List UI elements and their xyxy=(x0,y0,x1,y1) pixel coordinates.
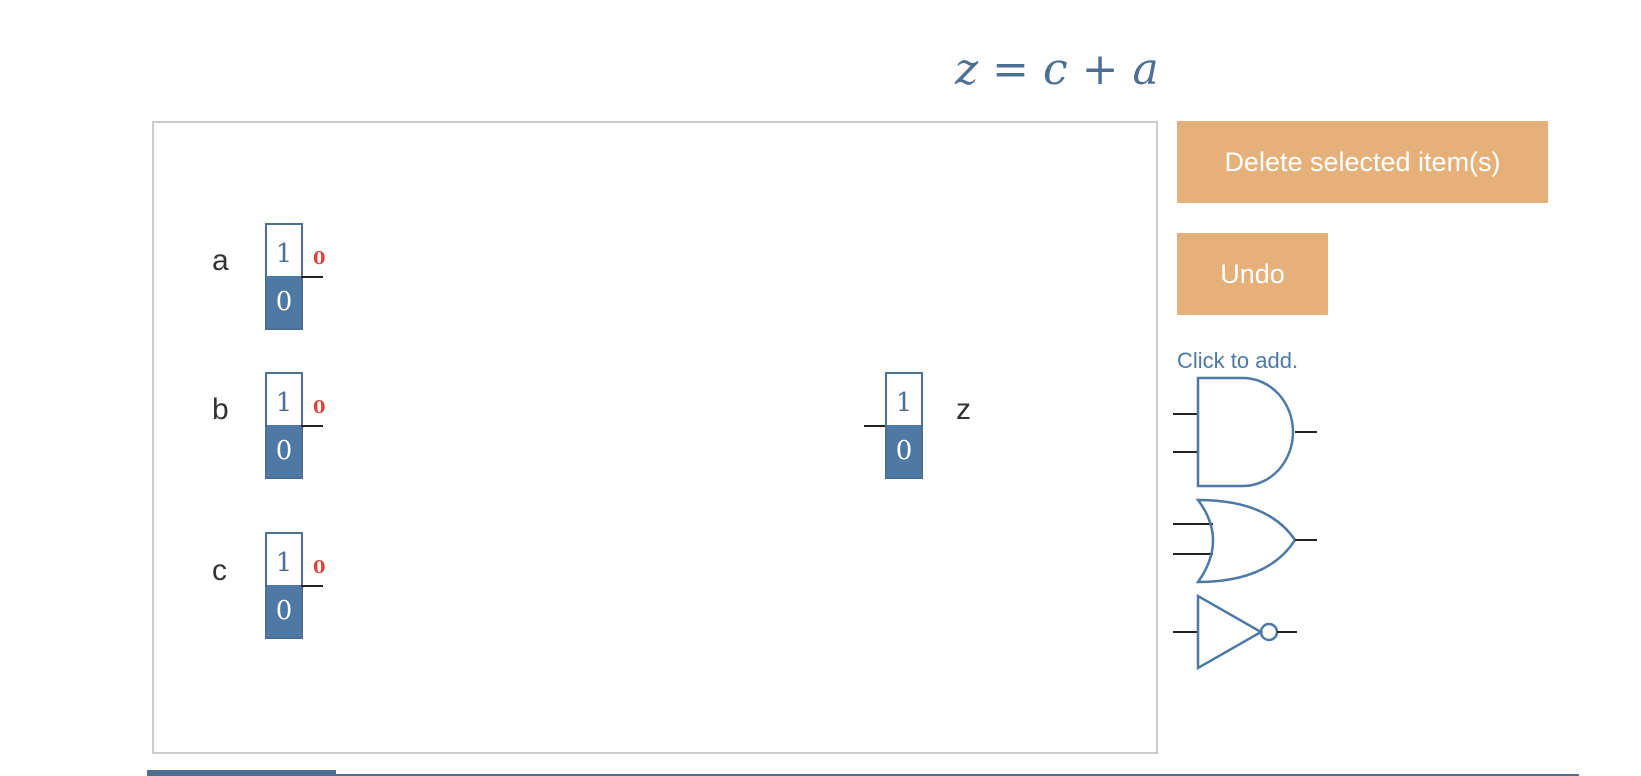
input-toggle-c[interactable]: 1 0 xyxy=(265,532,303,639)
toggle-zero[interactable]: 0 xyxy=(267,585,301,637)
toggle-zero[interactable]: 0 xyxy=(267,276,301,328)
palette-hint: Click to add. xyxy=(1177,348,1299,373)
delete-selected-button[interactable]: Delete selected item(s) xyxy=(1177,121,1548,203)
input-value-b: 0 xyxy=(313,397,326,418)
and-gate-icon[interactable] xyxy=(1173,374,1323,490)
input-toggle-a[interactable]: 1 0 xyxy=(265,223,303,330)
toggle-zero[interactable]: 0 xyxy=(267,425,301,477)
input-label-a: a xyxy=(212,244,229,277)
input-label-c: c xyxy=(212,554,227,587)
input-wire-a xyxy=(301,276,323,278)
output-wire-z xyxy=(864,425,887,427)
bottom-tab-indicator xyxy=(147,770,336,776)
output-label-z: z xyxy=(956,393,971,426)
input-wire-c xyxy=(301,585,323,587)
or-gate-icon[interactable] xyxy=(1173,498,1323,586)
toggle-one[interactable]: 1 xyxy=(267,225,301,278)
output-one: 1 xyxy=(887,374,921,427)
input-wire-b xyxy=(301,425,323,427)
undo-button[interactable]: Undo xyxy=(1177,233,1328,315)
output-display-z: 1 0 xyxy=(885,372,923,479)
input-value-a: 0 xyxy=(313,248,326,269)
input-toggle-b[interactable]: 1 0 xyxy=(265,372,303,479)
not-gate-icon[interactable] xyxy=(1173,593,1323,673)
input-value-c: 0 xyxy=(313,557,326,578)
circuit-canvas[interactable]: a 1 0 0 b 1 0 0 c 1 0 0 1 0 z xyxy=(152,121,1158,754)
output-zero: 0 xyxy=(887,425,921,477)
input-label-b: b xyxy=(212,393,229,426)
toggle-one[interactable]: 1 xyxy=(267,374,301,427)
equation-display: z = c + a xyxy=(955,44,1159,95)
toggle-one[interactable]: 1 xyxy=(267,534,301,587)
